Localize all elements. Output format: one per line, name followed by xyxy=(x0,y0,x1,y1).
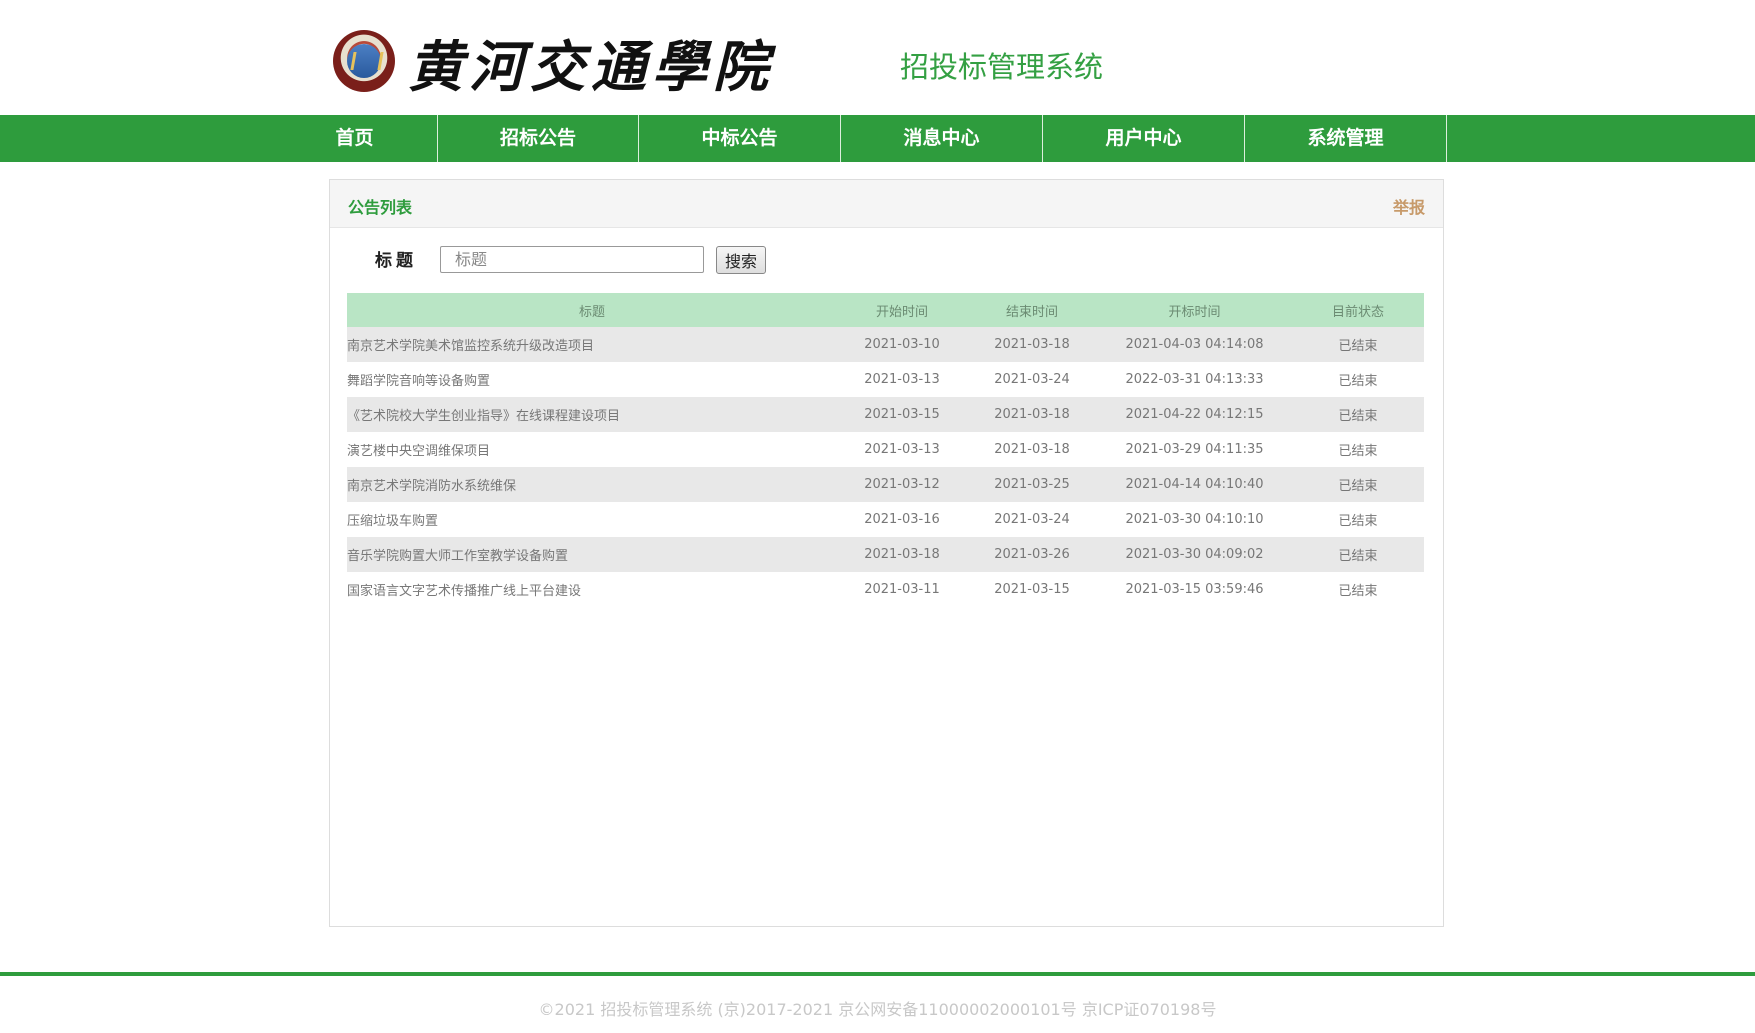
cell-start-time: 2021-03-13 xyxy=(864,372,940,387)
cell-opening-time: 2022-03-31 04:13:33 xyxy=(1125,372,1264,387)
system-name: 招投标管理系统 xyxy=(900,50,1104,84)
cell-start-time: 2021-03-18 xyxy=(837,537,967,572)
table-header-row: 标题 开始时间 结束时间 开标时间 目前状态 xyxy=(347,293,1424,327)
cell-start-time: 2021-03-13 xyxy=(864,442,940,457)
nav-item-message-center[interactable]: 消息中心 xyxy=(841,115,1043,162)
cell-start-time: 2021-03-15 xyxy=(837,397,967,432)
cell-end-time: 2021-03-26 xyxy=(967,537,1097,572)
search-button[interactable]: 搜索 xyxy=(716,246,766,274)
nav-item-home[interactable]: 首页 xyxy=(272,115,438,162)
school-logo xyxy=(333,30,395,92)
nav-item-tender-notices[interactable]: 招标公告 xyxy=(438,115,639,162)
title-search-input[interactable] xyxy=(440,246,704,273)
cell-end-time: 2021-03-24 xyxy=(994,512,1070,527)
table-row[interactable]: 舞蹈学院音响等设备购置 2021-03-13 2021-03-24 2022-03-3… xyxy=(347,362,1424,397)
cell-opening-time: 2021-03-29 04:11:35 xyxy=(1125,442,1264,457)
cell-status: 已结束 xyxy=(1292,327,1424,362)
table-row[interactable]: 南京艺术学院消防水系统维保 2021-03-12 2021-03-25 2021-04… xyxy=(347,467,1424,502)
cell-start-time: 2021-03-11 xyxy=(864,582,940,597)
cell-title[interactable]: 南京艺术学院美术馆监控系统升级改造项目 xyxy=(347,327,837,362)
column-header-title: 标题 xyxy=(347,293,837,327)
cell-start-time: 2021-03-16 xyxy=(864,512,940,527)
cell-status: 已结束 xyxy=(1338,514,1378,529)
cell-title[interactable]: 压缩垃圾车购置 xyxy=(347,502,837,537)
cell-status: 已结束 xyxy=(1292,397,1424,432)
cell-start-time: 2021-03-12 xyxy=(837,467,967,502)
cell-title[interactable]: 南京艺术学院消防水系统维保 xyxy=(347,467,837,502)
cell-title[interactable]: 舞蹈学院音响等设备购置 xyxy=(347,362,837,397)
cell-title[interactable]: 音乐学院购置大师工作室教学设备购置 xyxy=(347,537,837,572)
column-header-end-time: 结束时间 xyxy=(967,293,1097,327)
nav-item-award-notices[interactable]: 中标公告 xyxy=(639,115,841,162)
report-link[interactable]: 举报 xyxy=(1393,194,1425,218)
nav-item-system-admin[interactable]: 系统管理 xyxy=(1245,115,1447,162)
table-row[interactable]: 压缩垃圾车购置 2021-03-16 2021-03-24 2021-03-30 04… xyxy=(347,502,1424,537)
globe-emblem-icon xyxy=(347,44,381,78)
cell-end-time: 2021-03-15 xyxy=(994,582,1070,597)
cell-opening-time: 2021-03-15 03:59:46 xyxy=(1125,582,1264,597)
panel-title: 公告列表 xyxy=(348,198,413,217)
main-nav: 首页 招标公告 中标公告 消息中心 用户中心 系统管理 xyxy=(0,115,1755,162)
cell-opening-time: 2021-03-30 04:09:02 xyxy=(1097,537,1292,572)
cell-title[interactable]: 演艺楼中央空调维保项目 xyxy=(347,432,837,467)
cell-end-time: 2021-03-25 xyxy=(967,467,1097,502)
notice-table: 标题 开始时间 结束时间 开标时间 目前状态 南京艺术学院美术馆监控系统升级改造… xyxy=(347,293,1424,607)
school-name: 黄河交通學院 xyxy=(408,34,775,99)
table-row[interactable]: 演艺楼中央空调维保项目 2021-03-13 2021-03-18 2021-03-2… xyxy=(347,432,1424,467)
cell-opening-time: 2021-04-22 04:12:15 xyxy=(1097,397,1292,432)
table-row[interactable]: 《艺术院校大学生创业指导》在线课程建设项目 2021-03-15 2021-03-1… xyxy=(347,397,1424,432)
cell-title[interactable]: 《艺术院校大学生创业指导》在线课程建设项目 xyxy=(347,397,837,432)
cell-end-time: 2021-03-18 xyxy=(967,397,1097,432)
notice-list-panel: 公告列表 举报 标题 搜索 标题 开始时间 结束时间 开标时间 目前状态 南京艺… xyxy=(329,179,1444,927)
table-row[interactable]: 南京艺术学院美术馆监控系统升级改造项目 2021-03-10 2021-03-18 2… xyxy=(347,327,1424,362)
column-header-status: 目前状态 xyxy=(1292,293,1424,327)
footer-divider xyxy=(0,972,1755,976)
cell-end-time: 2021-03-18 xyxy=(967,327,1097,362)
cell-status: 已结束 xyxy=(1338,374,1378,389)
cell-start-time: 2021-03-10 xyxy=(837,327,967,362)
panel-header: 公告列表 举报 xyxy=(330,180,1443,228)
cell-end-time: 2021-03-24 xyxy=(994,372,1070,387)
cell-status: 已结束 xyxy=(1292,537,1424,572)
column-header-opening-time: 开标时间 xyxy=(1097,293,1292,327)
cell-status: 已结束 xyxy=(1338,444,1378,459)
footer-copyright: ©2021 招投标管理系统 (京)2017-2021 京公网安备11000002… xyxy=(538,1000,1217,1019)
cell-status: 已结束 xyxy=(1338,584,1378,599)
header: 黄河交通學院 招投标管理系统 xyxy=(0,0,1755,115)
cell-title[interactable]: 国家语言文字艺术传播推广线上平台建设 xyxy=(347,572,837,607)
cell-status: 已结束 xyxy=(1292,467,1424,502)
table-row[interactable]: 音乐学院购置大师工作室教学设备购置 2021-03-18 2021-03-26 202… xyxy=(347,537,1424,572)
table-row[interactable]: 国家语言文字艺术传播推广线上平台建设 2021-03-11 2021-03-15 20… xyxy=(347,572,1424,607)
search-label: 标题 xyxy=(375,251,417,271)
cell-end-time: 2021-03-18 xyxy=(994,442,1070,457)
column-header-start-time: 开始时间 xyxy=(837,293,967,327)
cell-opening-time: 2021-03-30 04:10:10 xyxy=(1125,512,1264,527)
cell-opening-time: 2021-04-14 04:10:40 xyxy=(1097,467,1292,502)
nav-item-user-center[interactable]: 用户中心 xyxy=(1043,115,1245,162)
cell-opening-time: 2021-04-03 04:14:08 xyxy=(1097,327,1292,362)
